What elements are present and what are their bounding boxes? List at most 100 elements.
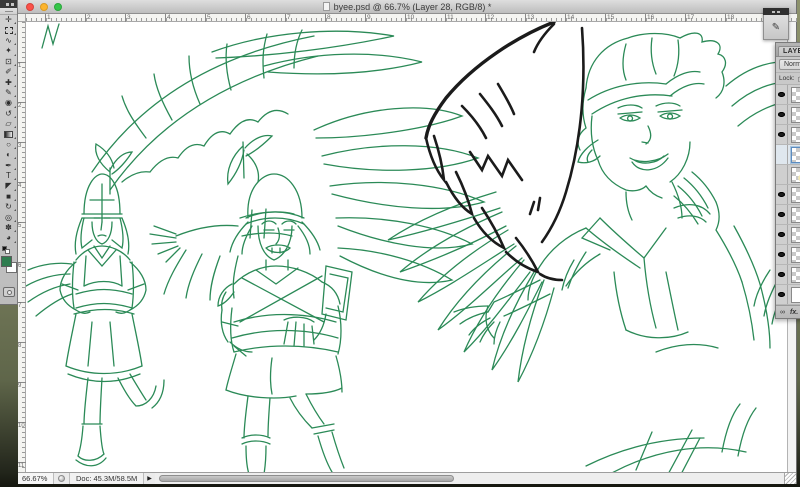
brush-tool[interactable]: ✎: [0, 88, 17, 98]
collapsed-panel-dock: ✎: [763, 8, 789, 40]
document-size-info[interactable]: Doc: 45.3M/58.5M: [69, 473, 144, 484]
3d-orbit-tool-icon: ◎: [5, 214, 12, 222]
history-brush-tool-icon: ↺: [5, 110, 12, 118]
layer-visibility-eye-icon[interactable]: [776, 285, 788, 304]
type-tool[interactable]: T: [0, 171, 17, 181]
ruler-corner: [18, 14, 26, 22]
ruler-number: 4: [165, 14, 171, 22]
black-ink-lines: [426, 22, 583, 280]
tab-layers[interactable]: LAYERS: [778, 46, 800, 56]
rectangle-tool[interactable]: ■: [0, 192, 17, 202]
layer-row[interactable]: [776, 105, 800, 125]
3d-orbit-tool[interactable]: ◎: [0, 212, 17, 222]
blur-tool[interactable]: ○: [0, 140, 17, 150]
layer-row[interactable]: [776, 125, 800, 145]
layer-thumbnail[interactable]: [791, 127, 800, 143]
canvas-area[interactable]: [26, 22, 788, 472]
ruler-number: 18: [725, 14, 734, 22]
path-selection-tool[interactable]: ◤: [0, 181, 17, 191]
layer-thumbnail[interactable]: [791, 87, 800, 103]
quick-mask-button[interactable]: [3, 287, 15, 297]
lasso-tool[interactable]: ∿: [0, 36, 17, 46]
layer-thumbnail[interactable]: [791, 267, 800, 283]
traffic-lights: [26, 3, 62, 11]
layer-row[interactable]: [776, 205, 800, 225]
eyedropper-tool[interactable]: ✐: [0, 67, 17, 77]
status-menu-arrow-icon[interactable]: ▶: [144, 475, 155, 482]
layer-visibility-eye-icon[interactable]: [776, 125, 788, 144]
rectangular-marquee-tool[interactable]: [0, 25, 17, 35]
move-tool[interactable]: ✛: [0, 15, 17, 25]
layer-row[interactable]: [776, 225, 800, 245]
crop-tool[interactable]: ⊡: [0, 57, 17, 67]
spot-healing-brush-tool[interactable]: ✚: [0, 77, 17, 87]
layer-thumbnail[interactable]: [791, 167, 800, 183]
layer-styles-icon[interactable]: fx.: [790, 309, 798, 316]
layer-visibility-eye-icon[interactable]: [776, 205, 788, 224]
layer-visibility-eye-icon[interactable]: [776, 105, 788, 124]
layer-thumbnail[interactable]: [791, 107, 800, 123]
gradient-tool[interactable]: [0, 129, 17, 139]
zoom-tool[interactable]: ◕: [0, 233, 17, 243]
layer-row[interactable]: [776, 185, 800, 205]
3d-rotate-tool[interactable]: ↻: [0, 202, 17, 212]
magic-wand-tool-icon: ✦: [5, 47, 12, 55]
lock-row: Lock: ▢ ✎: [776, 73, 800, 85]
blend-mode-select[interactable]: Normal: [779, 59, 800, 70]
layer-thumbnail[interactable]: [791, 187, 800, 203]
layer-thumbnail[interactable]: [791, 227, 800, 243]
brushes-panel-button[interactable]: ✎: [763, 15, 789, 40]
layer-row[interactable]: [776, 145, 800, 165]
layer-thumbnail[interactable]: [791, 287, 800, 303]
minimize-button[interactable]: [40, 3, 48, 11]
layer-row[interactable]: [776, 85, 800, 105]
layer-row[interactable]: [776, 165, 800, 185]
zoom-percentage-field[interactable]: 66.67%: [18, 473, 54, 484]
layer-row[interactable]: [776, 285, 800, 305]
layer-thumbnail[interactable]: [791, 207, 800, 223]
pen-tool[interactable]: ✒: [0, 160, 17, 170]
eyedropper-tool-icon: ✐: [5, 68, 12, 76]
layer-thumbnail[interactable]: [791, 147, 800, 163]
window-resize-grip[interactable]: [784, 473, 796, 484]
layer-visibility-eye-icon[interactable]: [776, 245, 788, 264]
ruler-number: 7: [285, 14, 291, 22]
layer-visibility-empty[interactable]: [776, 145, 788, 164]
hand-tool[interactable]: ✽: [0, 223, 17, 233]
tools-palette-header[interactable]: [0, 0, 17, 8]
layer-visibility-empty[interactable]: [776, 165, 788, 184]
horizontal-ruler: 123456789101112131415161718: [26, 14, 797, 22]
magic-wand-tool[interactable]: ✦: [0, 46, 17, 56]
ruler-number: 3: [125, 14, 131, 22]
layer-visibility-eye-icon[interactable]: [776, 85, 788, 104]
window-titlebar[interactable]: byee.psd @ 66.7% (Layer 28, RGB/8) *: [18, 0, 796, 14]
history-brush-tool[interactable]: ↺: [0, 109, 17, 119]
ruler-number: 11: [18, 462, 26, 470]
layer-visibility-eye-icon[interactable]: [776, 185, 788, 204]
foreground-color-swatch[interactable]: [1, 256, 12, 267]
zoom-window-button[interactable]: [54, 3, 62, 11]
eraser-tool[interactable]: ▱: [0, 119, 17, 129]
ruler-number: 1: [45, 14, 51, 22]
collapsed-panel-header[interactable]: [763, 8, 789, 15]
eye-icon: [778, 192, 785, 197]
layer-visibility-eye-icon[interactable]: [776, 225, 788, 244]
clone-stamp-tool[interactable]: ◉: [0, 98, 17, 108]
eye-icon: [778, 272, 785, 277]
eye-icon: [778, 252, 785, 257]
eye-icon: [778, 212, 785, 217]
brush-tool-icon: ✎: [5, 89, 12, 97]
link-layers-icon[interactable]: ∞: [780, 309, 785, 316]
layer-thumbnail[interactable]: [791, 247, 800, 263]
dodge-tool[interactable]: ◐: [0, 150, 17, 160]
horizontal-scrollbar-thumb[interactable]: [159, 475, 454, 482]
layer-row[interactable]: [776, 245, 800, 265]
ruler-number: 8: [325, 14, 331, 22]
layer-visibility-eye-icon[interactable]: [776, 265, 788, 284]
ruler-number: 10: [405, 14, 414, 22]
horizontal-scrollbar[interactable]: [155, 473, 784, 484]
eye-icon: [778, 232, 785, 237]
tools-palette-grip[interactable]: [0, 8, 17, 15]
layer-row[interactable]: [776, 265, 800, 285]
close-button[interactable]: [26, 3, 34, 11]
